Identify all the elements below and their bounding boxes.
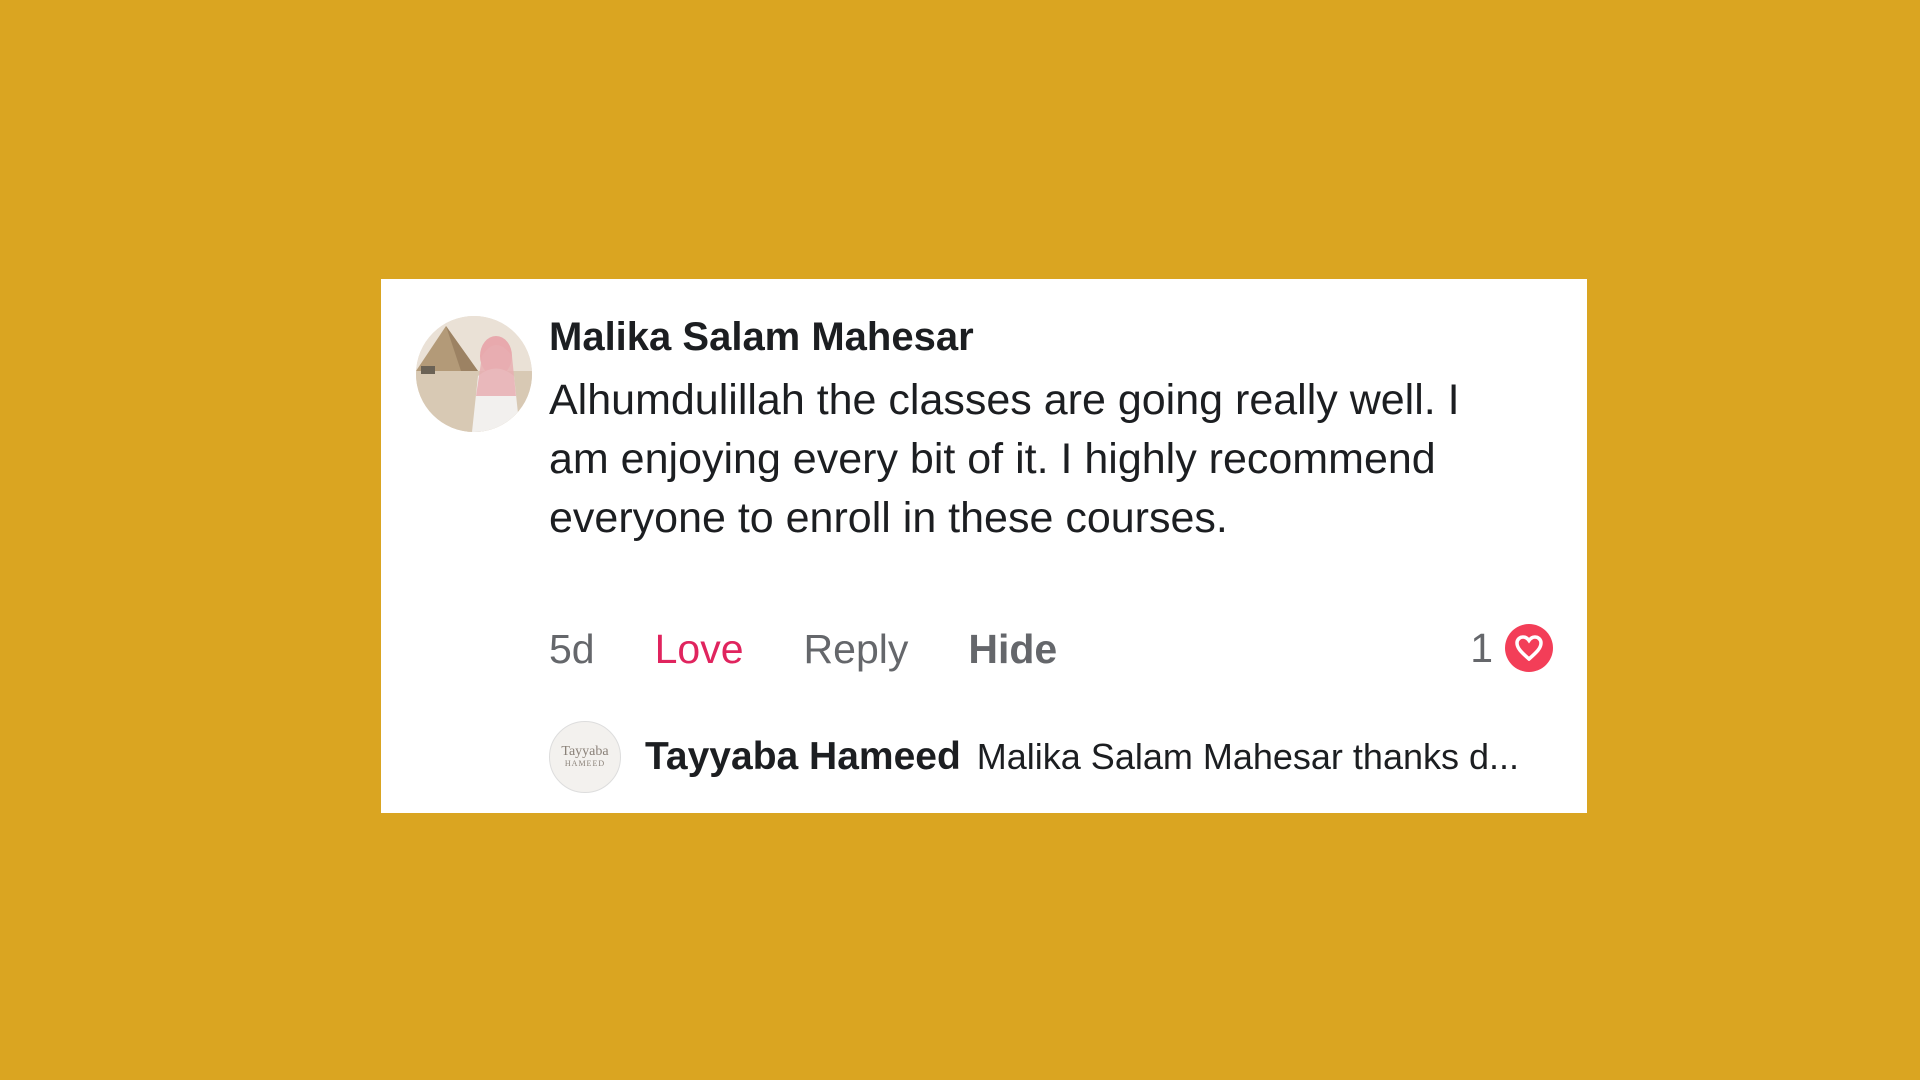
avatar-logo-text: Tayyaba [561, 744, 609, 759]
reply-author[interactable]: Tayyaba Hameed [645, 735, 961, 779]
love-button[interactable]: Love [655, 626, 744, 673]
commenter-avatar[interactable] [416, 316, 532, 432]
reply-avatar[interactable]: Tayyaba HAMEED [549, 721, 621, 793]
avatar-logo-subtext: HAMEED [564, 759, 606, 768]
hide-button[interactable]: Hide [968, 626, 1057, 673]
comment-timestamp[interactable]: 5d [549, 626, 595, 673]
reaction-count: 1 [1470, 624, 1493, 671]
comment-actions: 5d Love Reply Hide [549, 619, 1117, 679]
avatar-photo [416, 316, 532, 432]
comment-text: Alhumdulillah the classes are going real… [549, 376, 1460, 542]
reaction-summary[interactable]: 1 [1470, 620, 1553, 676]
reply-text: Malika Salam Mahesar thanks d... [976, 736, 1520, 777]
reply-preview[interactable]: Tayyaba HAMEED Tayyaba Hameed Malika Sal… [549, 721, 1519, 793]
comment-card: Malika Salam Mahesar Alhumdulillah the c… [381, 279, 1587, 813]
heart-icon [1505, 624, 1553, 672]
commenter-name[interactable]: Malika Salam Mahesar [549, 315, 974, 360]
reply-button[interactable]: Reply [804, 626, 909, 673]
